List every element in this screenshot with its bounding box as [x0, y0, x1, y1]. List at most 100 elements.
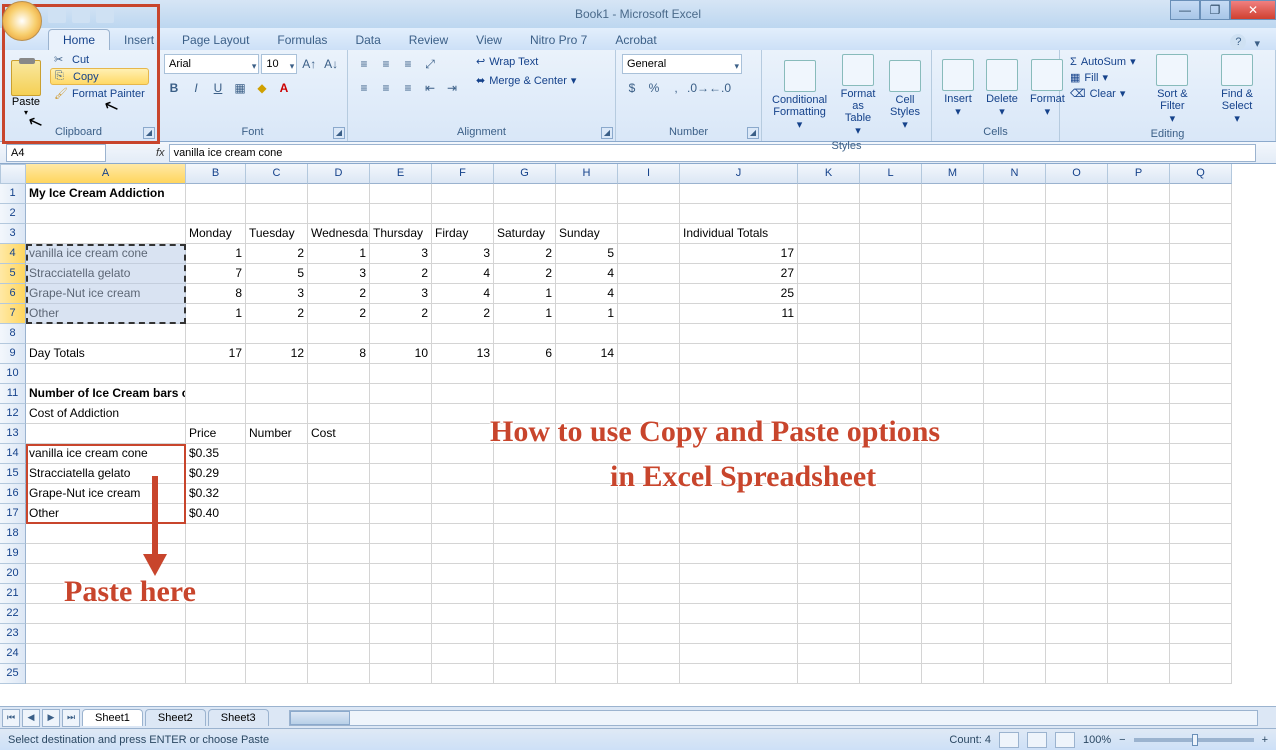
cell[interactable]	[922, 564, 984, 584]
cell[interactable]	[984, 564, 1046, 584]
align-right-button[interactable]: ≡	[398, 78, 418, 98]
cell[interactable]	[798, 624, 860, 644]
column-header[interactable]: E	[370, 164, 432, 184]
cell[interactable]	[860, 604, 922, 624]
clear-button[interactable]: ⌫Clear ▾	[1066, 86, 1140, 101]
cell[interactable]	[618, 384, 680, 404]
cell[interactable]	[922, 544, 984, 564]
cell[interactable]: 2	[370, 264, 432, 284]
cell[interactable]: 1	[556, 304, 618, 324]
page-break-view-button[interactable]	[1055, 732, 1075, 748]
cell[interactable]: 3	[370, 244, 432, 264]
cell[interactable]	[860, 504, 922, 524]
minimize-ribbon-icon[interactable]: ▾	[1254, 37, 1260, 50]
cell[interactable]	[860, 664, 922, 684]
cell[interactable]: 1	[186, 304, 246, 324]
column-header[interactable]: N	[984, 164, 1046, 184]
border-button[interactable]: ▦	[230, 78, 250, 98]
cell[interactable]	[308, 544, 370, 564]
cell[interactable]	[494, 544, 556, 564]
cell[interactable]	[922, 364, 984, 384]
cell[interactable]	[432, 424, 494, 444]
format-as-table-button[interactable]: Format as Table▾	[835, 52, 881, 139]
cell[interactable]	[922, 324, 984, 344]
cell[interactable]	[680, 624, 798, 644]
cell[interactable]	[308, 564, 370, 584]
cell[interactable]	[860, 564, 922, 584]
cell[interactable]	[1108, 324, 1170, 344]
row-header[interactable]: 12	[0, 404, 26, 424]
cell[interactable]	[556, 504, 618, 524]
cell[interactable]	[432, 364, 494, 384]
cell[interactable]	[922, 664, 984, 684]
cell[interactable]	[1170, 584, 1232, 604]
row-header[interactable]: 15	[0, 464, 26, 484]
cell[interactable]	[246, 624, 308, 644]
row-header[interactable]: 5	[0, 264, 26, 284]
cell[interactable]	[26, 624, 186, 644]
column-header[interactable]: B	[186, 164, 246, 184]
minimize-button[interactable]: —	[1170, 0, 1200, 20]
cell[interactable]	[432, 324, 494, 344]
page-layout-view-button[interactable]	[1027, 732, 1047, 748]
cell[interactable]	[798, 644, 860, 664]
cell[interactable]	[860, 584, 922, 604]
cell[interactable]	[246, 324, 308, 344]
number-format-combo[interactable]: General	[622, 54, 742, 74]
tab-page-layout[interactable]: Page Layout	[168, 30, 263, 50]
cell[interactable]	[618, 364, 680, 384]
cut-button[interactable]: ✂Cut	[50, 52, 149, 67]
column-header[interactable]: I	[618, 164, 680, 184]
cell[interactable]	[1170, 284, 1232, 304]
cell[interactable]	[308, 624, 370, 644]
cell[interactable]	[494, 664, 556, 684]
cell[interactable]	[1170, 444, 1232, 464]
row-header[interactable]: 19	[0, 544, 26, 564]
cell[interactable]: 11	[680, 304, 798, 324]
cell[interactable]	[922, 304, 984, 324]
cell[interactable]	[308, 464, 370, 484]
cell[interactable]	[1046, 304, 1108, 324]
tab-acrobat[interactable]: Acrobat	[601, 30, 670, 50]
row-header[interactable]: 4	[0, 244, 26, 264]
bold-button[interactable]: B	[164, 78, 184, 98]
cell[interactable]	[494, 584, 556, 604]
cell[interactable]	[1108, 624, 1170, 644]
cell[interactable]	[370, 424, 432, 444]
align-bottom-button[interactable]: ≡	[398, 54, 418, 74]
row-header[interactable]: 9	[0, 344, 26, 364]
cell[interactable]	[370, 364, 432, 384]
cell[interactable]: Cost	[308, 424, 370, 444]
cell[interactable]	[798, 244, 860, 264]
cell[interactable]	[860, 364, 922, 384]
cell[interactable]	[432, 384, 494, 404]
cell[interactable]	[1108, 384, 1170, 404]
cell[interactable]	[798, 304, 860, 324]
cell[interactable]: Stracciatella gelato	[26, 464, 186, 484]
cell[interactable]: 1	[308, 244, 370, 264]
cell[interactable]: Firday	[432, 224, 494, 244]
cell[interactable]	[432, 644, 494, 664]
cell[interactable]	[370, 404, 432, 424]
cell[interactable]	[246, 604, 308, 624]
cell[interactable]	[798, 364, 860, 384]
cell[interactable]	[1170, 324, 1232, 344]
cell[interactable]	[370, 644, 432, 664]
cell[interactable]	[860, 624, 922, 644]
cell[interactable]	[984, 504, 1046, 524]
row-header[interactable]: 21	[0, 584, 26, 604]
row-header[interactable]: 25	[0, 664, 26, 684]
cell[interactable]	[370, 484, 432, 504]
cell[interactable]	[860, 284, 922, 304]
cell[interactable]	[308, 444, 370, 464]
cell[interactable]	[984, 664, 1046, 684]
cell[interactable]	[370, 324, 432, 344]
column-header[interactable]: H	[556, 164, 618, 184]
cell[interactable]	[186, 364, 246, 384]
column-header[interactable]: D	[308, 164, 370, 184]
cell[interactable]	[860, 324, 922, 344]
cell[interactable]	[432, 484, 494, 504]
font-color-button[interactable]: A	[274, 78, 294, 98]
cell[interactable]	[618, 244, 680, 264]
cell[interactable]	[984, 364, 1046, 384]
